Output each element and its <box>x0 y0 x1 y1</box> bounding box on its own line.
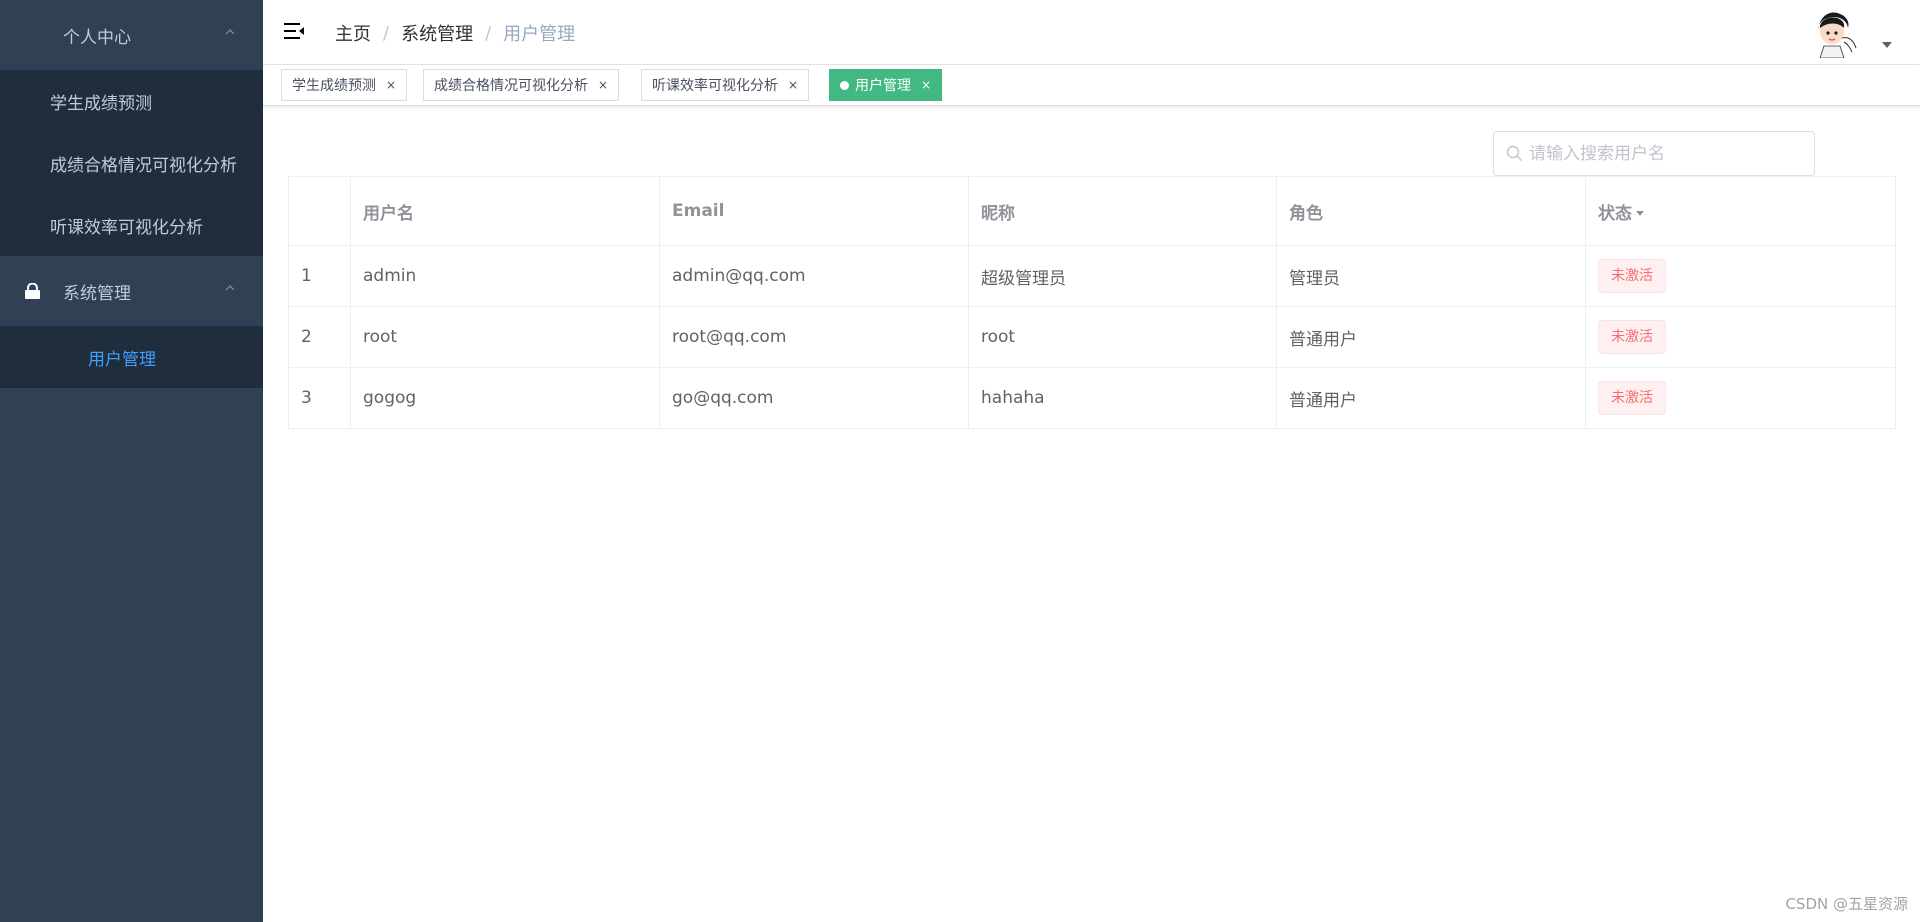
cell-username: root <box>350 306 660 368</box>
breadcrumb-separator: / <box>485 22 492 44</box>
cell-status: 未激活 <box>1585 367 1896 429</box>
menu-item-student-score-prediction[interactable]: 学生成绩预测 <box>0 70 263 132</box>
cell-nickname: root <box>968 306 1277 368</box>
menu-item-pass-rate-analysis[interactable]: 成绩合格情况可视化分析 <box>0 132 263 194</box>
column-header-status[interactable]: 状态 <box>1585 176 1896 246</box>
close-icon[interactable]: × <box>921 78 931 92</box>
avatar-image <box>1810 8 1860 58</box>
column-header-status-label: 状态 <box>1598 203 1632 224</box>
tag-label: 用户管理 <box>855 78 911 94</box>
menu-item-label: 听课效率可视化分析 <box>50 217 203 238</box>
cell-status: 未激活 <box>1585 245 1896 307</box>
cell-username: gogog <box>350 367 660 429</box>
menu-group-system-management[interactable]: 系统管理 <box>0 256 263 326</box>
tag-user-management[interactable]: 用户管理 × <box>829 69 943 101</box>
cell-index: 3 <box>288 367 351 429</box>
sort-caret-icon[interactable] <box>1636 211 1644 216</box>
menu-item-label: 学生成绩预测 <box>50 93 152 114</box>
cell-email: root@qq.com <box>659 306 969 368</box>
search-icon <box>1506 145 1522 161</box>
hamburger-icon[interactable] <box>283 20 305 42</box>
menu-group-personal-center[interactable]: 个人中心 <box>0 0 263 70</box>
chevron-up-icon <box>225 29 235 35</box>
tag-label: 成绩合格情况可视化分析 <box>434 78 588 94</box>
active-dot-icon <box>840 80 849 90</box>
sidebar: 个人中心 学生成绩预测 成绩合格情况可视化分析 听课效率可视化分析 系统管理 用… <box>0 0 263 922</box>
close-icon[interactable]: × <box>788 78 798 92</box>
tag-student-score-prediction[interactable]: 学生成绩预测 × <box>281 69 408 101</box>
search-input[interactable] <box>1529 143 1789 164</box>
column-header-role: 角色 <box>1276 176 1586 246</box>
watermark: CSDN @五星资源 <box>1785 895 1908 913</box>
status-badge: 未激活 <box>1598 381 1666 415</box>
tag-listening-efficiency-analysis[interactable]: 听课效率可视化分析 × <box>641 69 810 101</box>
search-box <box>1493 131 1815 176</box>
close-icon[interactable]: × <box>386 78 396 92</box>
cell-email: go@qq.com <box>659 367 969 429</box>
submenu-system-management: 用户管理 <box>0 326 263 388</box>
cell-index: 2 <box>288 306 351 368</box>
column-header-nickname: 昵称 <box>968 176 1277 246</box>
close-icon[interactable]: × <box>598 78 608 92</box>
cell-role: 管理员 <box>1276 245 1586 307</box>
cell-username: admin <box>350 245 660 307</box>
lock-icon <box>25 283 40 299</box>
column-header-email: Email <box>659 176 969 246</box>
table-row[interactable]: 2 root root@qq.com root 普通用户 未激活 <box>288 306 1896 368</box>
tag-label: 听课效率可视化分析 <box>652 78 778 94</box>
breadcrumb-home[interactable]: 主页 <box>335 20 371 46</box>
cell-nickname: hahaha <box>968 367 1277 429</box>
breadcrumb-current: 用户管理 <box>503 24 576 45</box>
menu-item-listening-efficiency-analysis[interactable]: 听课效率可视化分析 <box>0 194 263 256</box>
status-badge: 未激活 <box>1598 259 1666 293</box>
breadcrumb: 主页 / 系统管理 / 用户管理 <box>335 20 575 46</box>
cell-nickname: 超级管理员 <box>968 245 1277 307</box>
tag-pass-rate-analysis[interactable]: 成绩合格情况可视化分析 × <box>423 69 620 101</box>
cell-index: 1 <box>288 245 351 307</box>
table-row[interactable]: 3 gogog go@qq.com hahaha 普通用户 未激活 <box>288 367 1896 429</box>
cell-status: 未激活 <box>1585 306 1896 368</box>
column-header-username: 用户名 <box>350 176 660 246</box>
menu-group-title: 个人中心 <box>63 27 131 48</box>
status-badge: 未激活 <box>1598 320 1666 354</box>
caret-down-icon[interactable] <box>1882 42 1892 48</box>
submenu-personal-center: 学生成绩预测 成绩合格情况可视化分析 听课效率可视化分析 <box>0 70 263 256</box>
menu-item-label: 成绩合格情况可视化分析 <box>50 155 237 176</box>
breadcrumb-system-management[interactable]: 系统管理 <box>401 20 473 46</box>
menu-item-user-management[interactable]: 用户管理 <box>0 326 263 388</box>
tag-label: 学生成绩预测 <box>292 78 376 94</box>
avatar[interactable] <box>1810 8 1860 58</box>
breadcrumb-separator: / <box>383 22 390 44</box>
table-header-row: 用户名 Email 昵称 角色 状态 <box>288 176 1896 246</box>
chevron-up-icon <box>225 285 235 291</box>
column-header-index <box>288 176 351 246</box>
app: 个人中心 学生成绩预测 成绩合格情况可视化分析 听课效率可视化分析 系统管理 用… <box>0 0 1920 922</box>
cell-role: 普通用户 <box>1276 306 1586 368</box>
menu-group-title: 系统管理 <box>63 283 131 304</box>
cell-email: admin@qq.com <box>659 245 969 307</box>
user-table: 用户名 Email 昵称 角色 状态 1 admin admin@qq.com … <box>288 176 1896 429</box>
tags-view: 学生成绩预测 × 成绩合格情况可视化分析 × 听课效率可视化分析 × 用户管理 … <box>263 65 1920 106</box>
menu-item-label: 用户管理 <box>88 349 156 370</box>
table-row[interactable]: 1 admin admin@qq.com 超级管理员 管理员 未激活 <box>288 245 1896 307</box>
navbar: 主页 / 系统管理 / 用户管理 <box>263 0 1920 65</box>
cell-role: 普通用户 <box>1276 367 1586 429</box>
